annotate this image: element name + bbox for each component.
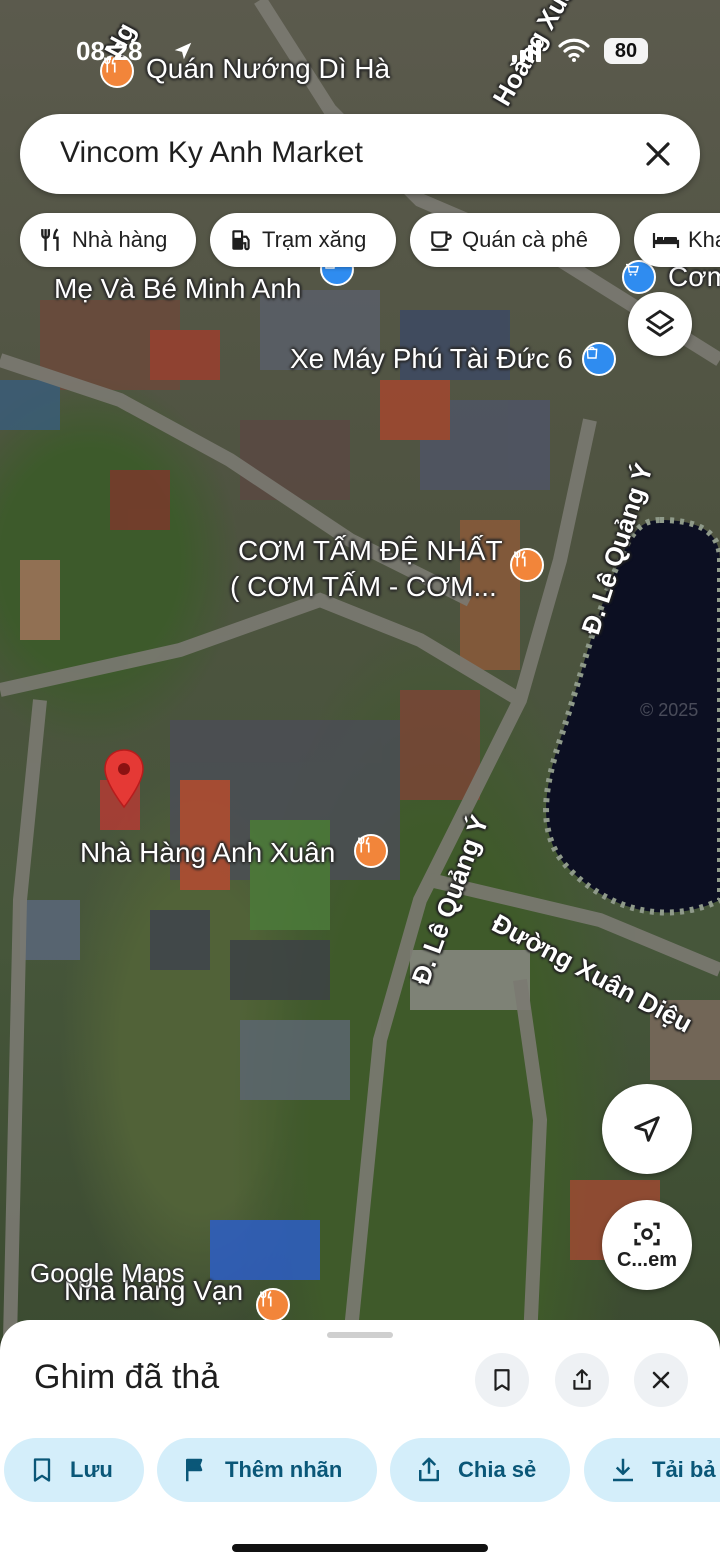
- chip-hotels[interactable]: Kha: [634, 213, 720, 267]
- action-label: Tải bả: [652, 1457, 716, 1482]
- battery-indicator: 80: [604, 38, 648, 64]
- download-button[interactable]: Tải bả: [584, 1438, 720, 1502]
- poi-label[interactable]: Mẹ Và Bé Minh Anh: [54, 273, 301, 305]
- dropped-pin-icon[interactable]: [102, 748, 146, 810]
- street-view-button[interactable]: C...em: [602, 1200, 692, 1290]
- share-button[interactable]: [555, 1353, 609, 1407]
- poi-label[interactable]: CƠM TẤM ĐỆ NHẤT: [238, 535, 503, 567]
- add-label-button[interactable]: Thêm nhãn: [157, 1438, 377, 1502]
- search-input[interactable]: Vincom Ky Anh Market: [60, 136, 363, 170]
- chip-coffee[interactable]: Quán cà phê: [410, 213, 620, 267]
- status-bar: 08:28 80: [0, 36, 720, 72]
- my-location-button[interactable]: [602, 1084, 692, 1174]
- restaurant-poi-icon[interactable]: [354, 834, 388, 868]
- search-bar[interactable]: Vincom Ky Anh Market: [20, 114, 700, 194]
- restaurant-poi-icon[interactable]: [510, 548, 544, 582]
- layers-button[interactable]: [628, 292, 692, 356]
- place-bottom-sheet[interactable]: Ghim đã thả Lưu Thêm nhãn Chia sẻ Tải bả: [0, 1320, 720, 1565]
- save-button[interactable]: Lưu: [4, 1438, 144, 1502]
- location-arrow-icon: [174, 42, 192, 60]
- camera-scan-icon: [634, 1222, 660, 1245]
- bookmark-icon: [494, 1369, 510, 1391]
- poi-label[interactable]: ( CƠM TẤM - CƠM...: [230, 571, 497, 603]
- share-action-button[interactable]: Chia sẻ: [390, 1438, 570, 1502]
- street-view-label: C...em: [616, 1248, 678, 1271]
- status-time: 08:28: [76, 36, 143, 66]
- layers-icon: [645, 309, 675, 337]
- bookmark-icon: [33, 1458, 51, 1482]
- bookmark-button[interactable]: [475, 1353, 529, 1407]
- google-maps-attribution: Google Maps: [30, 1258, 185, 1288]
- download-icon: [613, 1458, 633, 1482]
- share-icon: [573, 1369, 591, 1390]
- chip-restaurants[interactable]: Nhà hàng: [20, 213, 196, 267]
- map-watermark: © 2025: [640, 700, 699, 720]
- restaurant-icon: [41, 228, 59, 251]
- wifi-icon: [558, 38, 590, 62]
- close-icon[interactable]: [638, 134, 678, 174]
- action-label: Chia sẻ: [458, 1457, 537, 1482]
- action-label: Lưu: [70, 1457, 113, 1482]
- chip-label: Nhà hàng: [72, 227, 168, 252]
- poi-label[interactable]: Nhà Hàng Anh Xuân: [80, 837, 335, 869]
- share-icon: [419, 1457, 439, 1482]
- cellular-signal-icon: [512, 40, 541, 62]
- restaurant-poi-icon[interactable]: [256, 1288, 290, 1322]
- action-label: Thêm nhãn: [225, 1457, 343, 1482]
- chip-gas-stations[interactable]: Trạm xăng: [210, 213, 396, 267]
- navigation-arrow-icon: [634, 1116, 660, 1142]
- coffee-icon: [431, 231, 452, 251]
- shopping-poi-icon[interactable]: [582, 342, 616, 376]
- home-indicator[interactable]: [232, 1544, 488, 1552]
- hotel-icon: [652, 233, 680, 248]
- close-sheet-button[interactable]: [634, 1353, 688, 1407]
- flag-icon: [186, 1458, 203, 1482]
- close-icon: [652, 1371, 670, 1389]
- chip-label: Quán cà phê: [462, 227, 588, 252]
- gas-station-icon: [232, 230, 250, 251]
- chip-label: Trạm xăng: [262, 227, 367, 252]
- chip-label: Kha: [688, 227, 720, 252]
- sheet-drag-handle[interactable]: [327, 1332, 393, 1338]
- sheet-title: Ghim đã thả: [34, 1358, 220, 1396]
- poi-label[interactable]: Xe Máy Phú Tài Đức 6: [290, 343, 573, 375]
